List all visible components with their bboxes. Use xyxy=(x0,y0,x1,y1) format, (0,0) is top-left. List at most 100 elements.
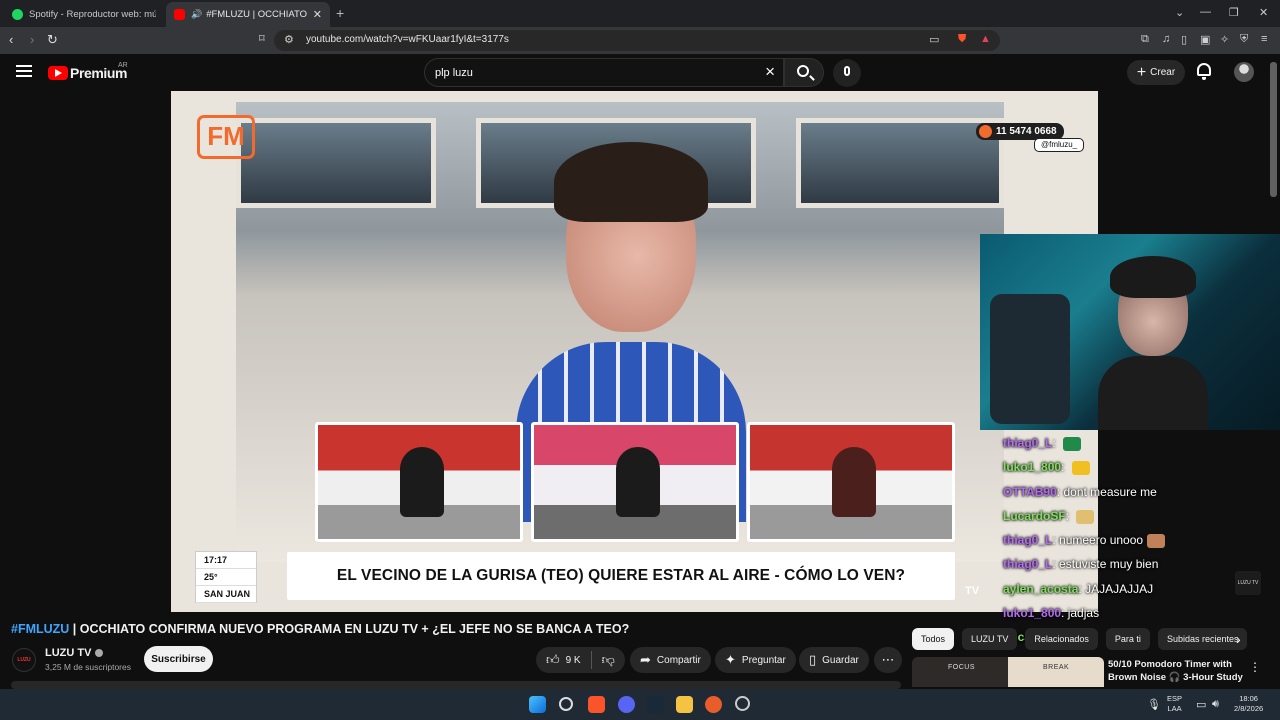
chip-relacionados[interactable]: Relacionados xyxy=(1025,628,1098,650)
chat-username[interactable]: luko1_800 xyxy=(1003,460,1061,474)
fm-luzu-logo: FM xyxy=(197,115,255,159)
microphone-tray-icon[interactable]: 🎙︎ xyxy=(1147,698,1161,711)
close-tab-icon[interactable]: ✕ xyxy=(313,8,322,21)
clock[interactable]: 18:06 2/8/2026 xyxy=(1234,694,1263,714)
thumb-label-break: BREAK xyxy=(1043,664,1070,671)
chip-para-ti[interactable]: Para ti xyxy=(1105,628,1150,650)
chat-username[interactable]: LucardoSF xyxy=(1003,509,1066,523)
subscriber-count: 3,25 M de suscriptores xyxy=(45,662,131,672)
speaker-icon[interactable]: 🔊 xyxy=(191,9,202,20)
forward-icon[interactable]: › xyxy=(30,32,34,47)
sidebar-icon[interactable]: ▯ xyxy=(1181,33,1187,46)
chat-username[interactable]: luko1_800 xyxy=(1003,606,1061,620)
hamburger-menu-icon[interactable] xyxy=(16,65,32,77)
studio-camera-2 xyxy=(531,422,739,542)
page-scrollbar[interactable] xyxy=(1270,62,1277,197)
create-button[interactable]: + Crear xyxy=(1127,60,1185,85)
chat-message: LucardoSF: xyxy=(1003,504,1233,528)
notifications-bell-icon[interactable] xyxy=(1197,63,1211,80)
save-button[interactable]: ▯ Guardar xyxy=(799,647,869,673)
tab-spotify[interactable]: Spotify - Reproductor web: música p xyxy=(4,2,164,27)
windows-start-icon[interactable] xyxy=(529,696,546,713)
channel-avatar[interactable]: LUZU xyxy=(12,648,36,672)
chat-emote-icon xyxy=(1076,509,1095,524)
youtube-logo-icon[interactable] xyxy=(48,66,68,80)
reload-icon[interactable]: ↻ xyxy=(47,32,58,48)
search-input[interactable]: plp luzu × xyxy=(424,58,784,87)
taskbar-search-icon[interactable] xyxy=(559,697,573,711)
wallet-icon[interactable]: ▣ xyxy=(1200,33,1210,46)
region-code: AR xyxy=(118,62,128,69)
spotify-icon xyxy=(12,9,23,20)
chevron-right-icon[interactable]: › xyxy=(1236,631,1241,647)
media-icon[interactable]: ♫ xyxy=(1162,33,1170,45)
app-icon[interactable] xyxy=(705,696,722,713)
brave-shield-icon[interactable]: ⛊ xyxy=(958,33,966,46)
recommendation-thumbnail[interactable]: FOCUS BREAK xyxy=(912,657,1104,687)
language-indicator[interactable]: ESP LAA xyxy=(1167,694,1182,714)
chat-username[interactable]: thiag0_L xyxy=(1003,436,1052,450)
chat-message: luko1_800: jadjas xyxy=(1003,601,1233,625)
video-player[interactable]: FM 11 5474 0668 @fmluzu_ 17:17 25° SAN J… xyxy=(171,91,1098,612)
dislike-icon[interactable]: 👎︎ xyxy=(602,652,615,668)
file-explorer-icon[interactable] xyxy=(676,696,693,713)
more-vertical-icon[interactable]: ⋮ xyxy=(1249,660,1261,674)
studio-camera-1 xyxy=(315,422,523,542)
account-avatar[interactable] xyxy=(1234,62,1254,82)
tab-search-icon[interactable]: ⌄ xyxy=(1175,6,1184,19)
chip-todos[interactable]: Todos xyxy=(912,628,955,650)
share-button[interactable]: ➦ Compartir xyxy=(630,647,711,673)
temperature: 25° xyxy=(196,569,256,586)
description-box[interactable] xyxy=(11,681,901,689)
voice-search-button[interactable] xyxy=(833,59,861,87)
search-button[interactable] xyxy=(784,58,824,87)
site-settings-icon[interactable]: ⚙ xyxy=(284,33,294,46)
extensions-icon[interactable]: ⧉ xyxy=(1141,33,1149,46)
subscribe-button[interactable]: Suscribirse xyxy=(144,646,213,672)
chat-username[interactable]: aylen_acosta xyxy=(1003,582,1078,596)
host-figure xyxy=(832,447,876,517)
rewards-icon[interactable]: ▲ xyxy=(980,33,991,45)
steam-icon[interactable] xyxy=(647,696,664,713)
tab-youtube[interactable]: 🔊 #FMLUZU | OCCHIATO CONFI ✕ xyxy=(166,2,330,27)
luzu-tv-mini-logo: LUZU TV xyxy=(1235,571,1261,595)
location: SAN JUAN xyxy=(196,586,256,603)
minimize-icon[interactable]: — xyxy=(1200,6,1211,18)
vpn-icon[interactable]: ⛨ xyxy=(1240,33,1248,46)
search-value: plp luzu xyxy=(435,67,473,79)
network-icon[interactable]: ▭ xyxy=(1196,698,1206,711)
volume-icon[interactable]: 🔊︎ xyxy=(1212,698,1219,711)
studio-window xyxy=(796,118,1004,208)
chip-luzu-tv[interactable]: LUZU TV xyxy=(962,628,1018,650)
ask-label: Preguntar xyxy=(741,654,786,666)
hashtag-link[interactable]: #FMLUZU xyxy=(11,622,69,636)
more-actions-button[interactable]: ⋯ xyxy=(874,647,902,673)
chat-separator: : xyxy=(1052,436,1060,450)
discord-icon[interactable] xyxy=(618,696,635,713)
url-text: youtube.com/watch?v=wFKUaar1fyI&t=3177s xyxy=(306,34,509,45)
chip-subidas-recientes[interactable]: Subidas recientes xyxy=(1157,628,1248,650)
channel-name[interactable]: LUZU TV xyxy=(45,647,104,659)
back-icon[interactable]: ‹ xyxy=(9,32,13,47)
url-field[interactable]: ⚙ youtube.com/watch?v=wFKUaar1fyI&t=3177… xyxy=(274,30,1000,51)
gaming-chair xyxy=(990,294,1070,424)
chat-text: dont measure me xyxy=(1063,484,1157,499)
cast-icon[interactable]: ▭ xyxy=(929,33,939,46)
restore-icon[interactable]: ❐ xyxy=(1229,6,1239,19)
ask-button[interactable]: ✦ Preguntar xyxy=(715,647,796,673)
new-tab-button[interactable]: + xyxy=(336,5,344,21)
chat-username[interactable]: thiag0_L xyxy=(1003,533,1052,547)
clear-search-icon[interactable]: × xyxy=(765,62,775,82)
brave-browser-icon[interactable] xyxy=(588,696,605,713)
like-icon[interactable]: 👍︎ xyxy=(546,652,560,668)
chat-username[interactable]: OTTAB90 xyxy=(1003,485,1057,499)
obs-icon[interactable] xyxy=(735,696,750,711)
bookmark-icon[interactable]: ⌑ xyxy=(259,32,265,45)
close-window-icon[interactable]: ✕ xyxy=(1259,6,1268,19)
address-bar-row: ‹ › ↻ ⌑ ⚙ youtube.com/watch?v=wFKUaar1fy… xyxy=(0,27,1280,54)
chat-username[interactable]: thiag0_L xyxy=(1003,557,1052,571)
leo-icon[interactable]: ✧ xyxy=(1220,33,1229,46)
menu-icon[interactable]: ≡ xyxy=(1261,33,1267,45)
like-count[interactable]: 9 K xyxy=(566,655,581,666)
host-figure xyxy=(400,447,444,517)
